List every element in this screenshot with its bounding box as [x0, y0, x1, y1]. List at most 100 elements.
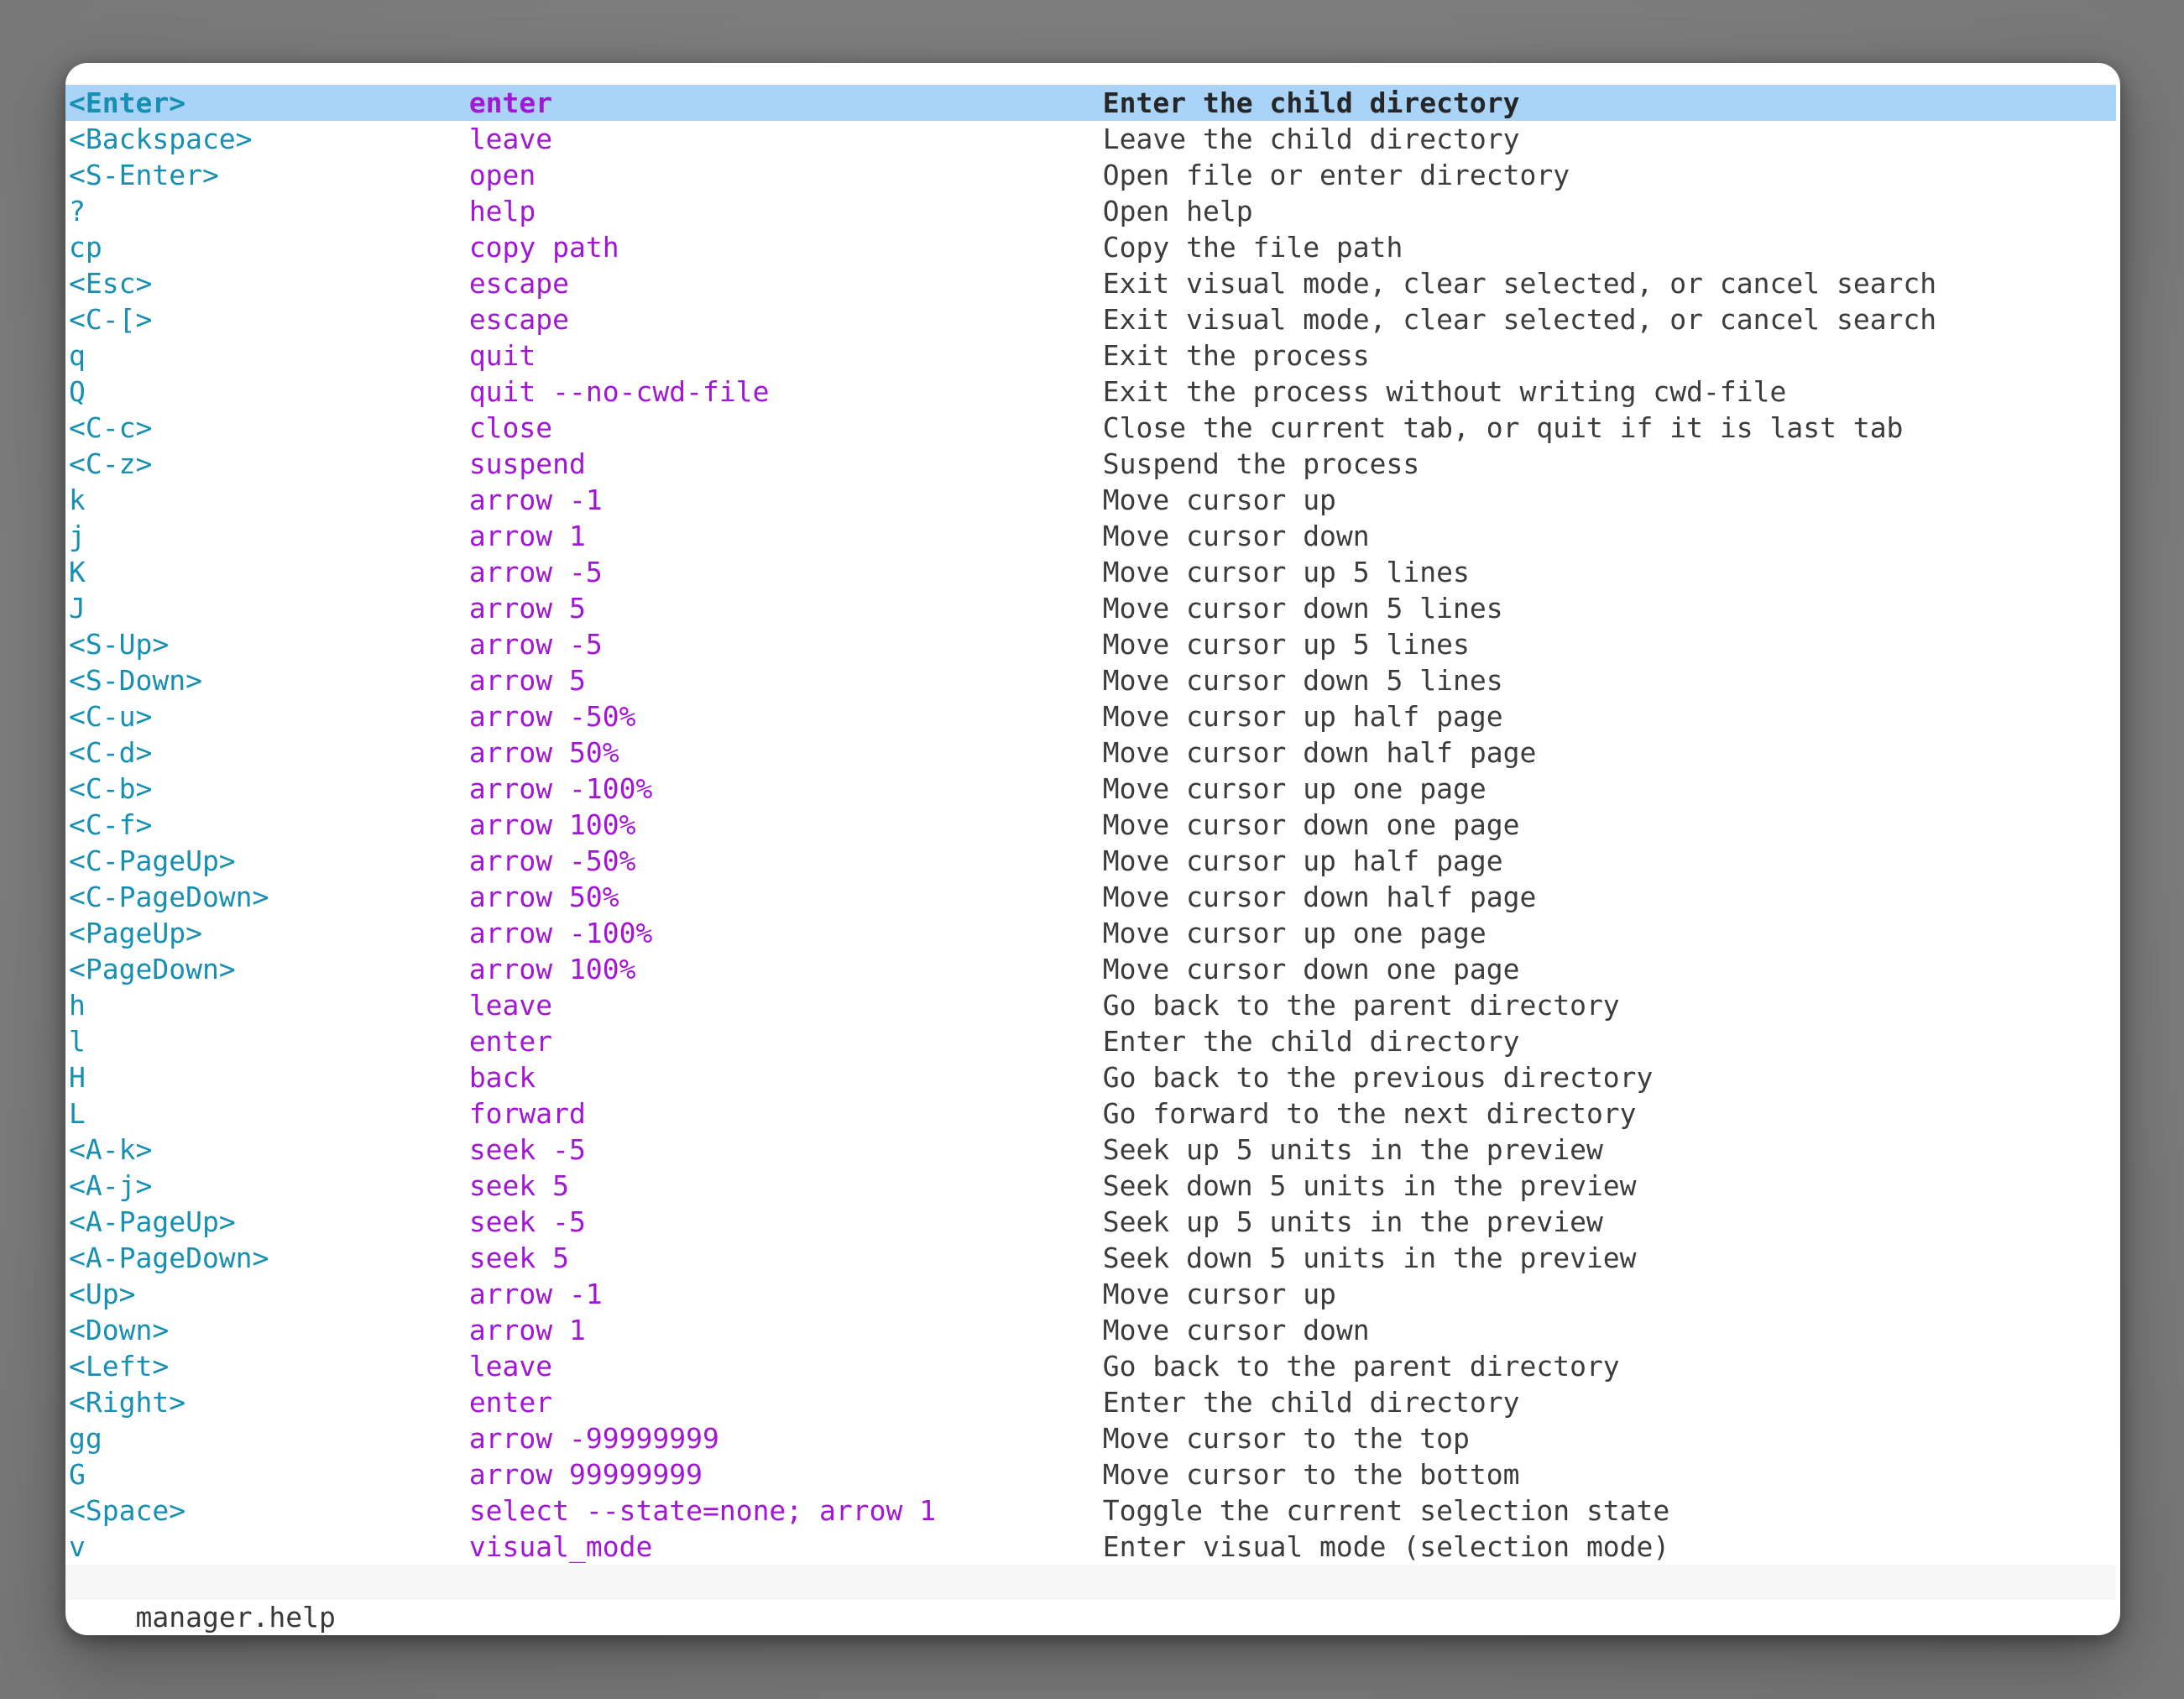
keybind-row[interactable]: <C-z>suspendSuspend the process: [65, 446, 2116, 482]
key-cell: <PageUp>: [69, 915, 469, 951]
description-cell: Exit visual mode, clear selected, or can…: [1103, 265, 2116, 301]
key-cell: K: [69, 554, 469, 590]
keybind-row[interactable]: <Enter>enterEnter the child directory: [65, 85, 2116, 121]
description-cell: Open help: [1103, 193, 2116, 229]
description-cell: Move cursor down one page: [1103, 807, 2116, 843]
keybind-row[interactable]: <C-c>closeClose the current tab, or quit…: [65, 410, 2116, 446]
command-cell: arrow -1: [469, 1276, 1103, 1312]
keybind-row[interactable]: ?helpOpen help: [65, 193, 2116, 229]
description-cell: Enter the child directory: [1103, 85, 2116, 121]
keybind-row[interactable]: Jarrow 5Move cursor down 5 lines: [65, 590, 2116, 626]
command-cell: arrow -99999999: [469, 1420, 1103, 1456]
description-cell: Enter visual mode (selection mode): [1103, 1529, 2116, 1565]
key-cell: q: [69, 337, 469, 374]
keybind-row[interactable]: <C-PageUp>arrow -50%Move cursor up half …: [65, 843, 2116, 879]
description-cell: Exit the process without writing cwd-fil…: [1103, 374, 2116, 410]
keybind-row[interactable]: <Left>leaveGo back to the parent directo…: [65, 1348, 2116, 1384]
keybind-row[interactable]: Qquit --no-cwd-fileExit the process with…: [65, 374, 2116, 410]
keybind-row[interactable]: <PageUp>arrow -100%Move cursor up one pa…: [65, 915, 2116, 951]
keybind-row[interactable]: <C-[>escapeExit visual mode, clear selec…: [65, 301, 2116, 337]
command-cell: arrow 100%: [469, 807, 1103, 843]
command-cell: seek 5: [469, 1240, 1103, 1276]
description-cell: Enter the child directory: [1103, 1023, 2116, 1059]
description-cell: Seek up 5 units in the preview: [1103, 1132, 2116, 1168]
keybind-row[interactable]: <C-PageDown>arrow 50%Move cursor down ha…: [65, 879, 2116, 915]
command-cell: arrow 1: [469, 518, 1103, 554]
description-cell: Move cursor down 5 lines: [1103, 590, 2116, 626]
keybind-row[interactable]: hleaveGo back to the parent directory: [65, 987, 2116, 1023]
command-cell: leave: [469, 121, 1103, 157]
command-cell: help: [469, 193, 1103, 229]
keybind-row[interactable]: HbackGo back to the previous directory: [65, 1059, 2116, 1095]
keybind-row[interactable]: Karrow -5Move cursor up 5 lines: [65, 554, 2116, 590]
keybind-row[interactable]: <S-Enter>openOpen file or enter director…: [65, 157, 2116, 193]
keybind-row[interactable]: <Up>arrow -1Move cursor up: [65, 1276, 2116, 1312]
keybind-row[interactable]: jarrow 1Move cursor down: [65, 518, 2116, 554]
key-cell: <PageDown>: [69, 951, 469, 987]
keybind-list: <Enter>enterEnter the child directory<Ba…: [65, 63, 2120, 1565]
key-cell: <C-PageDown>: [69, 879, 469, 915]
description-cell: Copy the file path: [1103, 229, 2116, 265]
key-cell: H: [69, 1059, 469, 1095]
key-cell: <Esc>: [69, 265, 469, 301]
keybind-row[interactable]: ggarrow -99999999Move cursor to the top: [65, 1420, 2116, 1456]
description-cell: Move cursor down one page: [1103, 951, 2116, 987]
key-cell: k: [69, 482, 469, 518]
keybind-row[interactable]: <Right>enterEnter the child directory: [65, 1384, 2116, 1420]
key-cell: j: [69, 518, 469, 554]
keybind-row[interactable]: <C-d>arrow 50%Move cursor down half page: [65, 734, 2116, 771]
command-cell: escape: [469, 265, 1103, 301]
command-cell: arrow 1: [469, 1312, 1103, 1348]
keybind-row[interactable]: <Esc>escapeExit visual mode, clear selec…: [65, 265, 2116, 301]
key-cell: Q: [69, 374, 469, 410]
description-cell: Move cursor to the bottom: [1103, 1456, 2116, 1493]
command-cell: open: [469, 157, 1103, 193]
description-cell: Exit visual mode, clear selected, or can…: [1103, 301, 2116, 337]
key-cell: <Space>: [69, 1493, 469, 1529]
keybind-row[interactable]: <C-u>arrow -50%Move cursor up half page: [65, 698, 2116, 734]
keybind-row[interactable]: <A-k>seek -5Seek up 5 units in the previ…: [65, 1132, 2116, 1168]
keybind-row[interactable]: lenterEnter the child directory: [65, 1023, 2116, 1059]
description-cell: Move cursor down: [1103, 518, 2116, 554]
key-cell: G: [69, 1456, 469, 1493]
keybind-row[interactable]: <Backspace>leaveLeave the child director…: [65, 121, 2116, 157]
keybind-row[interactable]: vvisual_modeEnter visual mode (selection…: [65, 1529, 2116, 1565]
command-cell: forward: [469, 1095, 1103, 1132]
keybind-row[interactable]: LforwardGo forward to the next directory: [65, 1095, 2116, 1132]
key-cell: <A-k>: [69, 1132, 469, 1168]
keybind-row[interactable]: cpcopy pathCopy the file path: [65, 229, 2116, 265]
keybind-row[interactable]: <C-b>arrow -100%Move cursor up one page: [65, 771, 2116, 807]
command-cell: arrow -100%: [469, 771, 1103, 807]
key-cell: <Down>: [69, 1312, 469, 1348]
description-cell: Move cursor down half page: [1103, 734, 2116, 771]
keybind-row[interactable]: <A-j>seek 5Seek down 5 units in the prev…: [65, 1168, 2116, 1204]
command-cell: arrow -100%: [469, 915, 1103, 951]
description-cell: Move cursor up one page: [1103, 771, 2116, 807]
command-cell: copy path: [469, 229, 1103, 265]
keybind-row[interactable]: <A-PageUp>seek -5Seek up 5 units in the …: [65, 1204, 2116, 1240]
keybind-row[interactable]: <Space>select --state=none; arrow 1Toggl…: [65, 1493, 2116, 1529]
description-cell: Suspend the process: [1103, 446, 2116, 482]
command-cell: arrow -1: [469, 482, 1103, 518]
keybind-row[interactable]: <S-Up>arrow -5Move cursor up 5 lines: [65, 626, 2116, 662]
command-cell: seek -5: [469, 1132, 1103, 1168]
key-cell: gg: [69, 1420, 469, 1456]
keybind-row[interactable]: <A-PageDown>seek 5Seek down 5 units in t…: [65, 1240, 2116, 1276]
key-cell: <S-Down>: [69, 662, 469, 698]
keybind-row[interactable]: Garrow 99999999Move cursor to the bottom: [65, 1456, 2116, 1493]
command-cell: close: [469, 410, 1103, 446]
key-cell: <C-z>: [69, 446, 469, 482]
keybind-row[interactable]: karrow -1Move cursor up: [65, 482, 2116, 518]
command-cell: leave: [469, 1348, 1103, 1384]
keybind-row[interactable]: <PageDown>arrow 100%Move cursor down one…: [65, 951, 2116, 987]
key-cell: <C-c>: [69, 410, 469, 446]
keybind-row[interactable]: <Down>arrow 1Move cursor down: [65, 1312, 2116, 1348]
key-cell: J: [69, 590, 469, 626]
description-cell: Go forward to the next directory: [1103, 1095, 2116, 1132]
key-cell: <C-[>: [69, 301, 469, 337]
status-bar: manager.help: [65, 1565, 2116, 1600]
keybind-row[interactable]: qquitExit the process: [65, 337, 2116, 374]
keybind-row[interactable]: <C-f>arrow 100%Move cursor down one page: [65, 807, 2116, 843]
description-cell: Move cursor down half page: [1103, 879, 2116, 915]
keybind-row[interactable]: <S-Down>arrow 5Move cursor down 5 lines: [65, 662, 2116, 698]
